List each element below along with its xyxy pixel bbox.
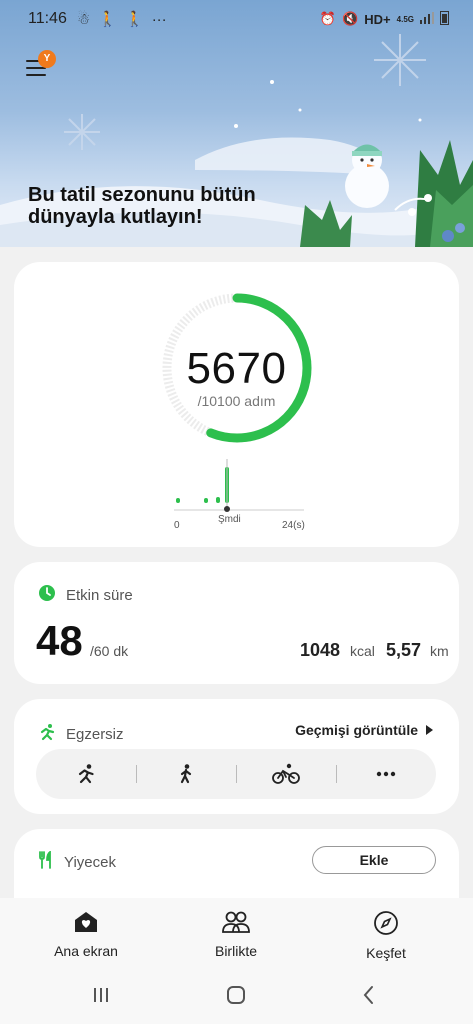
people-icon <box>222 911 250 933</box>
add-food-button[interactable]: Ekle <box>312 846 436 874</box>
nav-home-label: Ana ekran <box>54 943 118 959</box>
active-time-title: Etkin süre <box>66 586 133 604</box>
walking-status-icon-2: 🚶 <box>125 11 144 28</box>
calories-unit: kcal <box>350 643 375 659</box>
cycling-icon <box>272 763 300 784</box>
back-button <box>363 986 373 1004</box>
steps-goal: /10100 adım <box>197 393 276 409</box>
notification-badge: Y <box>38 50 56 68</box>
active-minutes: 48 <box>36 617 83 664</box>
food-title: Yiyecek <box>64 853 116 871</box>
nav-home[interactable]: Ana ekran <box>26 910 146 959</box>
status-time: 11:46 <box>28 10 67 27</box>
distance-unit: km <box>430 643 449 659</box>
bottom-navigation: Ana ekran Birlikte Keşfet <box>0 898 473 1024</box>
hour-bar <box>216 497 220 503</box>
mute-icon: 🔇 <box>342 11 359 26</box>
signal-icon <box>420 11 434 27</box>
chart-now-label: Şmdi <box>218 514 241 525</box>
chart-end-label: 24(s) <box>282 520 305 531</box>
nav-together-label: Birlikte <box>214 943 257 959</box>
food-header: Yiyecek <box>38 850 116 873</box>
menu-button[interactable]: Y <box>26 50 56 80</box>
cycling-button[interactable] <box>236 749 336 799</box>
calories-value: 1048 <box>300 640 341 660</box>
network-label: HD+ <box>364 11 391 27</box>
running-icon <box>78 764 94 784</box>
exercise-card[interactable]: Egzersiz Geçmişi görüntüle <box>14 699 459 814</box>
nav-discover-label: Keşfet <box>366 945 406 961</box>
view-history-label: Geçmişi görüntüle <box>295 722 418 738</box>
more-exercises-button[interactable] <box>336 749 436 799</box>
compass-icon <box>374 911 398 935</box>
alarm-icon: ⏰ <box>319 11 337 26</box>
recent-apps-button <box>94 988 108 1002</box>
banner-title: Bu tatil sezonunu bütün dünyayla kutlayı… <box>28 184 256 228</box>
distance-value: 5,57 <box>386 640 422 660</box>
exercise-title: Egzersiz <box>66 725 124 743</box>
system-navigation-bar <box>0 976 473 1016</box>
steps-count: 5670 <box>186 344 287 393</box>
play-arrow-icon <box>426 725 433 735</box>
nav-together[interactable]: Birlikte <box>176 910 296 959</box>
status-bar: 11:46 ☃ 🚶 🚶 ··· ⏰ 🔇 HD+ 4.5G <box>0 0 473 38</box>
battery-icon <box>440 10 449 28</box>
active-goal: /60 dk <box>90 643 129 659</box>
walking-button[interactable] <box>136 749 236 799</box>
active-time-card[interactable]: Etkin süre 48 /60 dk 1048 kcal 5,57 km <box>14 562 459 684</box>
snowman-status-icon: ☃ <box>76 11 91 28</box>
hour-bar <box>176 498 180 503</box>
nav-discover[interactable]: Keşfet <box>326 910 446 961</box>
more-icon <box>376 771 396 777</box>
running-button[interactable] <box>36 749 136 799</box>
network-type: 4.5G <box>396 14 414 24</box>
home-system-button <box>227 986 245 1004</box>
active-time-header: Etkin süre <box>38 584 133 606</box>
exercise-header: Egzersiz <box>38 723 124 745</box>
exercise-shortcuts <box>36 749 436 799</box>
chart-start-label: 0 <box>174 520 180 531</box>
home-icon <box>75 912 97 932</box>
clock-icon <box>38 584 56 606</box>
fork-knife-icon <box>38 850 54 873</box>
steps-hourly-chart <box>174 459 304 512</box>
walking-icon <box>180 764 192 784</box>
steps-card[interactable]: 5670 /10100 adım 0 Şmdi 24(s) <box>14 262 459 547</box>
walking-status-icon: 🚶 <box>98 11 117 28</box>
hour-bar <box>204 498 208 503</box>
more-notifications-icon: ··· <box>151 10 167 28</box>
view-history-link[interactable]: Geçmişi görüntüle <box>295 722 433 738</box>
running-icon <box>38 723 56 745</box>
